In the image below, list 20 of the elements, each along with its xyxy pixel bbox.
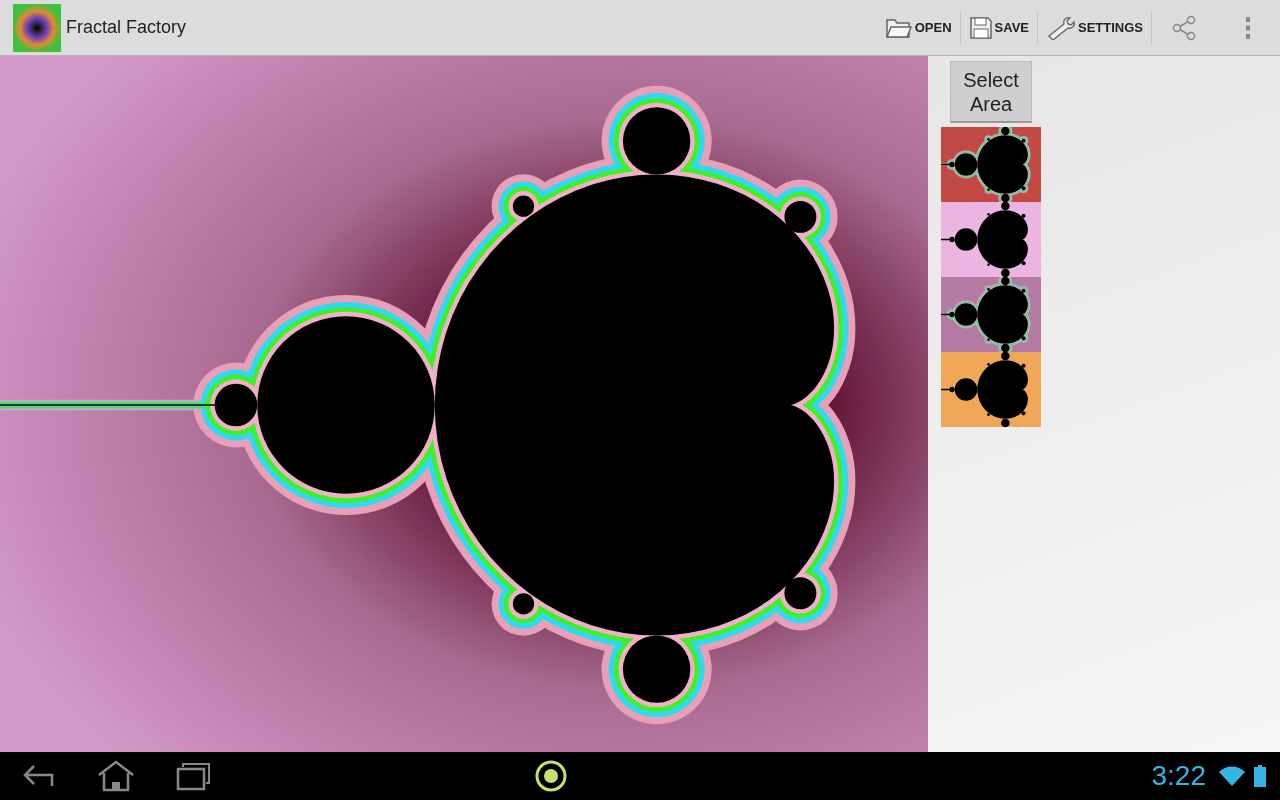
clock-time: 3:22 — [1151, 760, 1206, 792]
fractal-thumbnail[interactable] — [941, 277, 1041, 352]
launcher-icon[interactable] — [533, 759, 568, 793]
recent-apps-icon[interactable] — [176, 761, 212, 791]
save-button[interactable]: SAVE — [960, 0, 1037, 55]
wifi-icon — [1218, 765, 1246, 787]
fractal-thumbnail[interactable] — [941, 352, 1041, 427]
app-title: Fractal Factory — [66, 17, 187, 38]
wrench-icon — [1046, 15, 1076, 40]
fractal-drawing[interactable] — [0, 56, 928, 752]
overflow-menu-icon[interactable] — [1245, 15, 1251, 40]
open-button[interactable]: OPEN — [876, 0, 960, 55]
battery-icon — [1254, 765, 1266, 787]
home-icon[interactable] — [96, 760, 136, 792]
fractal-thumbnail[interactable] — [941, 202, 1041, 277]
share-icon[interactable] — [1171, 14, 1197, 41]
settings-button[interactable]: SETTINGS — [1038, 0, 1151, 55]
app-logo-icon — [13, 3, 61, 52]
select-area-button[interactable]: Select Area — [950, 61, 1032, 123]
fractal-thumbnail[interactable] — [941, 127, 1041, 202]
